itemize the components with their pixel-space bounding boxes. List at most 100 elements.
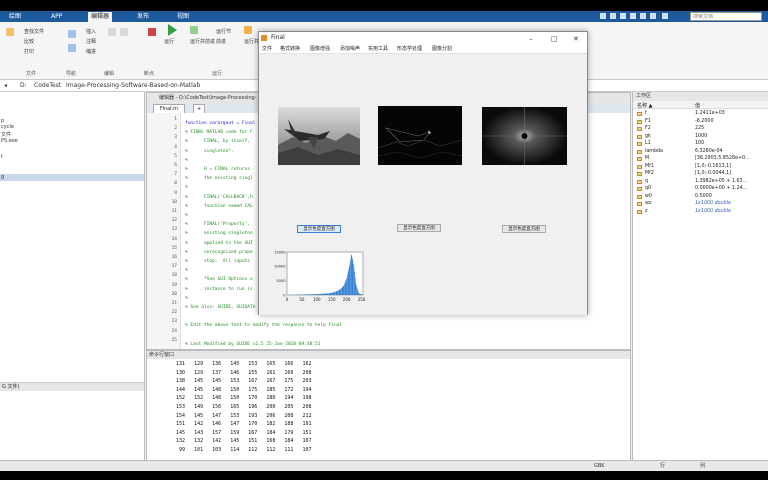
search-documentation-input[interactable]: 搜索文档 [690,12,762,21]
address-folder-codetest[interactable]: CodeTest [34,80,61,92]
workspace-variable-row[interactable]: gk 1000 [633,134,768,141]
folder-item[interactable]: 文件 [0,131,11,138]
histogram-bar [354,277,356,295]
folder-item[interactable]: PS.exe [0,138,18,144]
run-timing-icon[interactable] [244,26,252,34]
line-number: 23 [171,319,177,325]
undo-icon[interactable] [640,13,646,19]
line-number: 21 [171,301,177,306]
comment-button[interactable]: 注释 [86,38,96,45]
code-line: % unrecognized prope [185,249,253,255]
code-line: % *See GUI Options o [185,277,253,283]
workspace-variable-row[interactable]: lambda 6.3280e-04 [633,149,768,156]
menu-morphology[interactable]: 形态学处理 [397,44,422,54]
command-output-row: 131 129 136 145 153 165 166 162 [167,361,312,367]
histogram-y-tick-label: 5000 [276,279,286,283]
run-icon[interactable] [168,24,177,36]
workspace-variable-row[interactable]: M [36.2903,5.8528e+0... [633,156,768,163]
desktop-screen: 绘图 APP 编辑器 发布 视图 搜索文档 查找文件 比较 打印 插入 注释 缩… [0,11,768,471]
workspace-variable-row[interactable]: L1 100 [633,141,768,148]
command-output-row: 130 129 137 146 155 161 160 208 [167,369,312,376]
navigate-icon[interactable] [68,30,76,38]
folder-item[interactable]: t [0,154,3,160]
variable-value: [1,0;-0.0044,1] [695,171,732,176]
histogram-svg: 0 50 100 150 200 250150001000050000 [274,250,366,302]
redo-icon[interactable] [650,13,656,19]
variable-icon [637,209,642,214]
workspace-variable-row[interactable]: F2 225 [633,126,768,133]
tab-editor[interactable]: 编辑器 [88,12,113,22]
histogram-bar [316,294,318,295]
tab-view[interactable]: 视图 [174,12,192,22]
histogram-bar [340,288,342,295]
save-icon[interactable] [600,13,606,19]
workspace-variable-row[interactable]: q0 0.0000e+00 + 1.24... [633,186,768,193]
compare-button[interactable]: 比较 [24,38,34,45]
menu-tools[interactable]: 实用工具 [368,44,388,54]
original-image-plane [278,107,360,165]
histogram-bar [334,291,336,295]
paste-icon[interactable] [630,13,636,19]
line-number: 8 [174,181,177,187]
new-tab-button[interactable]: + [193,104,206,113]
cut-icon[interactable] [610,13,616,19]
menu-segmentation[interactable]: 图像分割 [432,44,452,54]
command-window[interactable]: 命令行窗口 131 129 136 145 153 165 166 162 13… [146,350,631,471]
variable-value: -6.2000 [695,118,714,124]
variable-icon [637,179,642,184]
col-name-header[interactable]: 名称 ▲ [637,102,652,109]
selected-file-label: g [1,174,5,180]
col-value-header[interactable]: 值 [695,102,700,109]
histogram-bar [317,294,318,295]
goto-icon[interactable] [68,44,76,52]
run-advance-icon[interactable] [190,26,198,34]
selected-file-row[interactable]: g [0,174,144,181]
workspace-variable-row[interactable]: z 1x1000 double [633,209,768,216]
variable-name: q [645,178,649,184]
run-button[interactable]: 运行 [164,38,174,45]
folder-item[interactable]: cycle [0,124,14,130]
menu-format-convert[interactable]: 格式转换 [280,44,300,54]
menu-file[interactable]: 文件 [262,44,272,54]
back-arrow-icon[interactable]: ◂ [4,80,7,92]
run-advance-button[interactable]: 运行并前进 [190,38,215,45]
line-status: 行 [660,463,666,469]
address-drive[interactable]: D: [20,80,27,92]
workspace-variable-row[interactable]: Mf1 [1,0;-0.1613,1] [633,164,768,171]
show-histogram-button-3[interactable]: 显示色度直方图 [502,225,546,233]
histogram-bar [345,280,347,295]
histogram-bar [327,293,329,295]
show-histogram-button-1[interactable]: 显示色度直方图 [297,225,341,233]
breakpoint-icon[interactable] [148,28,156,36]
tab-plots[interactable]: 绘图 [6,12,24,22]
format-icon[interactable] [120,28,128,36]
fx-icon[interactable] [108,28,116,36]
histogram-bar [333,292,335,295]
variable-value: 0.5000 [695,193,712,199]
histogram-bar [335,291,336,295]
address-folder-project[interactable]: Image-Processing-Software-Based-on-Matla… [66,80,200,92]
workspace-variable-row[interactable]: wz 1x1000 double [633,201,768,208]
show-histogram-button-2[interactable]: 显示色度直方图 [397,224,441,232]
insert-button[interactable]: 插入 [86,28,96,35]
find-files-button[interactable]: 查找文件 [24,28,44,35]
help-icon[interactable] [662,13,668,19]
menu-enhance[interactable]: 图像增强 [310,44,330,54]
indent-button[interactable]: 缩进 [86,48,96,55]
menu-add-noise[interactable]: 添加噪声 [340,44,360,54]
workspace-variable-row[interactable]: f 1.2411e+03 [633,111,768,118]
advance-button[interactable]: 前进 [216,38,226,45]
tab-apps[interactable]: APP [48,12,65,22]
workspace-variable-row[interactable]: Mf2 [1,0;-0.0044,1] [633,171,768,178]
workspace-variable-row[interactable]: F1 -6.2000 [633,119,768,126]
run-section-button[interactable]: 运行节 [216,28,231,35]
line-number: 25 [171,337,177,343]
print-button[interactable]: 打印 [24,48,34,55]
workspace-variable-row[interactable]: q 1.3982e+05 + 1.63... [633,179,768,186]
histogram-bar [352,260,354,295]
workspace-variable-row[interactable]: w0 0.5000 [633,194,768,201]
new-file-icon[interactable] [6,28,14,36]
copy-icon[interactable] [620,13,626,19]
editor-tab-final[interactable]: Final.m [153,104,185,113]
tab-publish[interactable]: 发布 [134,12,152,22]
